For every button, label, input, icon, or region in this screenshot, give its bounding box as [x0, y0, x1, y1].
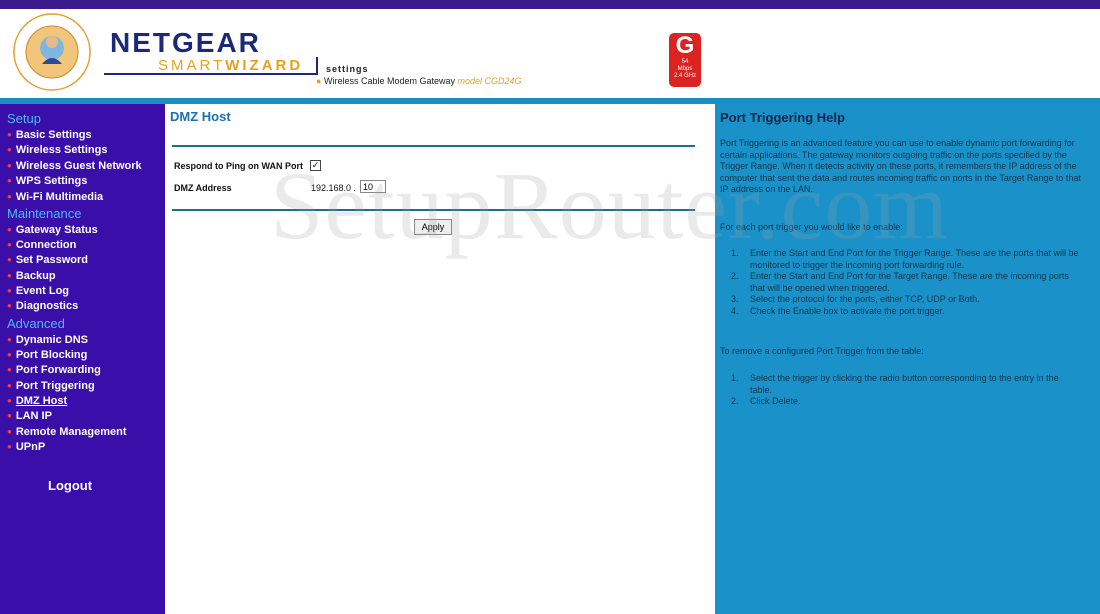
bullet-icon: ● — [7, 396, 12, 405]
sidebar-item-upnp[interactable]: ● UPnP — [7, 441, 45, 453]
sidebar-item-lan-ip[interactable]: ● LAN IP — [7, 410, 52, 422]
bullet-icon: ● — [7, 335, 12, 344]
sidebar-item-event-log[interactable]: ● Event Log — [7, 285, 69, 297]
sidebar-item-diagnostics[interactable]: ● Diagnostics — [7, 300, 78, 312]
section-setup: Setup — [7, 111, 41, 126]
sidebar-item-basic-settings[interactable]: ● Basic Settings — [7, 129, 92, 141]
sidebar-item-backup[interactable]: ● Backup — [7, 270, 56, 282]
bullet-icon: ● — [7, 365, 12, 374]
dmz-address-label: DMZ Address — [174, 183, 232, 193]
bullet-icon: ● — [7, 255, 12, 264]
help-remove-steps: 1. Select the trigger by clicking the rad… — [731, 373, 1083, 408]
sidebar-item-port-triggering[interactable]: ● Port Triggering — [7, 380, 95, 392]
bullet-icon: ● — [7, 240, 12, 249]
sidebar-item-wireless-settings[interactable]: ● Wireless Settings — [7, 144, 107, 156]
sidebar-item-remote-management[interactable]: ● Remote Management — [7, 426, 126, 438]
bullet-icon: ● — [7, 427, 12, 436]
help-title: Port Triggering Help — [720, 110, 845, 125]
sidebar-item-wps-settings[interactable]: ● WPS Settings — [7, 175, 87, 187]
sidebar-item-set-password[interactable]: ● Set Password — [7, 254, 88, 266]
sidebar-item-gateway-status[interactable]: ● Gateway Status — [7, 224, 98, 236]
sidebar-item-wireless-guest-network[interactable]: ● Wireless Guest Network — [7, 160, 142, 172]
bullet-icon: ● — [7, 442, 12, 451]
bullet-icon: ● — [7, 350, 12, 359]
sidebar-item-dynamic-dns[interactable]: ● Dynamic DNS — [7, 334, 88, 346]
bullet-icon: ● — [7, 271, 12, 280]
product-line: ● Wireless Cable Modem Gateway model CGD… — [316, 76, 522, 86]
watermark: SetupRouter.com — [270, 152, 949, 259]
model-label: model CGD24G — [457, 76, 522, 86]
bullet-icon: ● — [7, 192, 12, 201]
bullet-icon: ● — [7, 176, 12, 185]
bullet-icon: ● — [7, 161, 12, 170]
bullet-icon: ● — [7, 411, 12, 420]
sidebar-item-wifi-multimedia[interactable]: ● Wi-Fi Multimedia — [7, 191, 103, 203]
g-badge-icon: G 54 Mbps 2.4 GHz — [669, 33, 701, 87]
help-step: 4. Check the Enable box to activate the p… — [731, 305, 945, 316]
bullet-icon: ● — [7, 286, 12, 295]
bullet-icon: ● — [7, 301, 12, 310]
settings-label: settings — [326, 64, 369, 74]
sidebar-item-port-blocking[interactable]: ● Port Blocking — [7, 349, 87, 361]
section-advanced: Advanced — [7, 316, 65, 331]
sidebar-item-connection[interactable]: ● Connection — [7, 239, 76, 251]
help-remove-intro: To remove a configured Port Trigger from… — [720, 346, 924, 356]
logo-vrule — [316, 57, 318, 75]
brand-logo: NETGEAR — [110, 27, 261, 58]
bullet-icon: ● — [7, 225, 12, 234]
bullet-icon: ● — [7, 145, 12, 154]
divider-top — [172, 145, 695, 147]
netgear-badge-logo — [13, 13, 91, 91]
help-remove-step: 2. Click Delete. — [731, 396, 801, 406]
logo-rule — [104, 73, 317, 75]
product-logo: SMARTWIZARD — [158, 57, 304, 74]
sidebar: Setup ● Basic Settings ● Wireless Settings… — [0, 104, 165, 614]
help-remove-step: 1. Select the trigger by clicking the rad… — [731, 373, 1059, 395]
header: NETGEAR SMARTWIZARD settings ● Wireless … — [0, 9, 1100, 99]
sidebar-item-port-forwarding[interactable]: ● Port Forwarding — [7, 364, 101, 376]
bullet-icon: ● — [7, 381, 12, 390]
sidebar-item-dmz-host[interactable]: ● DMZ Host — [7, 395, 67, 407]
logout-link[interactable]: Logout — [48, 478, 92, 493]
page-title: DMZ Host — [170, 109, 231, 124]
help-step: 2. Enter the Start and End Port for the T… — [731, 271, 1069, 293]
top-bar — [0, 0, 1100, 9]
section-maintenance: Maintenance — [7, 206, 82, 221]
help-step: 3. Select the protocol for the ports, eit… — [731, 294, 980, 304]
bullet-icon: ● — [7, 130, 12, 139]
